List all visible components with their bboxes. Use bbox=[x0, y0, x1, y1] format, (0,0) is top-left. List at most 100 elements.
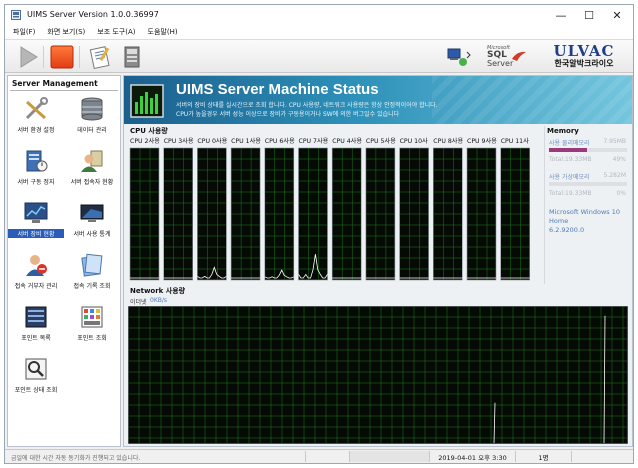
menu-view[interactable]: 화면 보기(S) bbox=[47, 27, 85, 37]
cpu-core-label: CPU 0사용 bbox=[197, 137, 227, 145]
sidebar-item-point-list[interactable]: 포인트 목록 bbox=[8, 302, 64, 352]
main-panel: UIMS Server Machine Status 서버의 장비 상태를 실시… bbox=[123, 75, 633, 447]
status-cell-trailing bbox=[571, 451, 631, 462]
sidebar-item-label: 서버 접속자 현황 bbox=[70, 179, 114, 186]
virtual-memory-value: 5.282M bbox=[603, 172, 626, 179]
physical-memory-value: 7.95MB bbox=[603, 138, 626, 145]
app-icon bbox=[11, 10, 21, 20]
title-bar[interactable]: UIMS Server Version 1.0.0.36997 — ☐ ✕ bbox=[5, 5, 633, 25]
toolbar-separator bbox=[79, 46, 80, 68]
sidebar-item-label: 포인트 조회 bbox=[77, 335, 107, 342]
database-icon bbox=[81, 97, 103, 121]
sidebar-item-label: 포인트 상태 조회 bbox=[14, 387, 58, 394]
cpu-core-label: CPU 9사용 bbox=[467, 137, 497, 145]
header-banner: UIMS Server Machine Status 서버의 장비 상태를 실시… bbox=[124, 76, 632, 124]
menu-bar: 파일(F) 화면 보기(S) 보조 도구(A) 도움말(H) bbox=[5, 25, 633, 39]
ulvac-logo: ULVAC 한국알박크라이오 bbox=[539, 43, 629, 71]
cpu-core-label: CPU 4사용 bbox=[332, 137, 362, 145]
virtual-memory-percent: 0% bbox=[616, 190, 626, 197]
network-graph-background bbox=[128, 306, 628, 444]
os-edition: Home bbox=[549, 217, 569, 225]
sql-logo-line3: Server bbox=[487, 59, 514, 68]
minimize-button[interactable]: — bbox=[547, 5, 575, 25]
sidebar-item-access-log[interactable]: 접속 기록 조회 bbox=[64, 250, 120, 300]
window-title: UIMS Server Version 1.0.0.36997 bbox=[27, 10, 159, 19]
cpu-core-label: CPU 5사용 bbox=[366, 137, 396, 145]
sidebar-item-label: 서버 환경 설정 bbox=[17, 127, 55, 134]
ulvac-logo-text: ULVAC bbox=[553, 42, 615, 60]
cpu-core-label: CPU 7사용 bbox=[299, 137, 329, 145]
sidebar-title: Server Management bbox=[12, 79, 98, 88]
status-message: 금일에 대한 시간 자동 동기화가 진행되고 있습니다. bbox=[11, 455, 141, 462]
sidebar-item-connected-users[interactable]: 서버 접속자 현황 bbox=[64, 146, 120, 196]
cpu-core-label: CPU 8사용 bbox=[433, 137, 463, 145]
status-bar: 금일에 대한 시간 자동 동기화가 진행되고 있습니다. 2019-04-01 … bbox=[5, 449, 633, 463]
cpu-core-label: CPU 10사 bbox=[400, 137, 428, 145]
sidebar-item-blocked-users[interactable]: 접속 거부자 관리 bbox=[8, 250, 64, 300]
monitor-stats-icon bbox=[80, 204, 104, 222]
physical-memory-fill bbox=[549, 148, 588, 152]
server-stop-icon bbox=[26, 150, 48, 172]
sidebar: Server Management 서버 환경 설정 데이터 관리 서버 구동 … bbox=[7, 75, 121, 447]
status-progress bbox=[349, 451, 429, 462]
sidebar-item-server-stop[interactable]: 서버 구동 정지 bbox=[8, 146, 64, 196]
toolbar-separator bbox=[43, 46, 44, 68]
status-cell-empty bbox=[305, 451, 349, 462]
os-name: Microsoft Windows 10 bbox=[549, 208, 620, 216]
sidebar-item-label: 포인트 목록 bbox=[21, 335, 51, 342]
monitor-chart-icon bbox=[24, 202, 48, 223]
virtual-memory-bar bbox=[549, 182, 627, 186]
cpu-graphs: CPU 2사용 CPU 3사용 CPU 0사용 CPU 1사용 CPU 6사용 CPU 7… bbox=[129, 137, 531, 281]
page-title: UIMS Server Machine Status bbox=[176, 81, 379, 98]
sidebar-item-label: 서버 장비 현황 bbox=[8, 229, 64, 238]
close-button[interactable]: ✕ bbox=[603, 5, 631, 25]
banner-decoration bbox=[432, 76, 632, 124]
menu-help[interactable]: 도움말(H) bbox=[148, 27, 178, 37]
sidebar-item-data-management[interactable]: 데이터 관리 bbox=[64, 94, 120, 144]
notepad-icon[interactable] bbox=[87, 44, 113, 70]
point-list-icon bbox=[25, 306, 47, 328]
status-datetime: 2019-04-01 오후 3:30 bbox=[429, 451, 515, 462]
sidebar-item-label: 접속 기록 조회 bbox=[73, 283, 111, 290]
start-icon[interactable] bbox=[15, 44, 41, 70]
network-settings-icon[interactable] bbox=[445, 44, 471, 70]
users-icon bbox=[81, 150, 103, 172]
stop-icon[interactable] bbox=[49, 44, 75, 70]
network-adapter-name: 이더넷 bbox=[130, 299, 147, 306]
sidebar-item-usage-stats[interactable]: 서버 사용 통계 bbox=[64, 198, 120, 248]
page-description: 서버의 장비 상태를 실시간으로 조회 합니다. CPU 사용량, 네트워크 사… bbox=[176, 102, 438, 109]
network-usage-section: Network 사용량 이더넷 0KB/s bbox=[128, 286, 630, 446]
cpu-core-label: CPU 1사용 bbox=[231, 137, 261, 145]
cpu-core-label: CPU 3사용 bbox=[164, 137, 194, 145]
menu-tools[interactable]: 보조 도구(A) bbox=[97, 27, 135, 37]
sidebar-item-label: 서버 구동 정지 bbox=[17, 179, 55, 186]
sidebar-item-server-settings[interactable]: 서버 환경 설정 bbox=[8, 94, 64, 144]
page-description-2: CPU가 높을경우 서버 성능 이상으로 장비가 구동용이거나 SW에 의한 버… bbox=[176, 111, 400, 118]
cpu-core-label: CPU 11사 bbox=[501, 137, 529, 145]
maximize-button[interactable]: ☐ bbox=[575, 5, 603, 25]
sidebar-item-point-status[interactable]: 포인트 상태 조회 bbox=[8, 354, 64, 404]
cpu-core-label: CPU 2사용 bbox=[130, 137, 160, 145]
network-rate: 0KB/s bbox=[150, 297, 168, 304]
sidebar-item-label: 접속 거부자 관리 bbox=[14, 283, 58, 290]
search-icon bbox=[25, 358, 47, 380]
sidebar-item-point-view[interactable]: 포인트 조회 bbox=[64, 302, 120, 352]
log-icon bbox=[81, 253, 103, 277]
menu-file[interactable]: 파일(F) bbox=[13, 27, 35, 37]
sql-server-logo: Microsoft SQL Server bbox=[481, 43, 529, 71]
network-section-title: Network 사용량 bbox=[130, 287, 186, 295]
sidebar-item-machine-status[interactable]: 서버 장비 현황 bbox=[8, 198, 64, 248]
physical-memory-percent: 49% bbox=[612, 156, 626, 163]
physical-memory-total: Total:19.33MB bbox=[549, 156, 592, 163]
sidebar-item-label: 데이터 관리 bbox=[77, 127, 107, 134]
point-view-icon bbox=[81, 306, 103, 328]
sidebar-item-label: 서버 사용 통계 bbox=[73, 231, 111, 238]
physical-memory-bar bbox=[549, 148, 627, 152]
virtual-memory-label: 사용 가상메모리 bbox=[549, 174, 590, 181]
memory-section: Memory 사용 물리메모리 7.95MB Total:19.33MB 49%… bbox=[544, 126, 630, 284]
cpu-monitor-icon bbox=[130, 84, 164, 118]
app-window: UIMS Server Version 1.0.0.36997 — ☐ ✕ 파일… bbox=[4, 4, 634, 464]
sidebar-divider bbox=[10, 90, 118, 91]
os-version: 6.2.9200.0 bbox=[549, 226, 585, 234]
document-icon[interactable] bbox=[119, 44, 145, 70]
